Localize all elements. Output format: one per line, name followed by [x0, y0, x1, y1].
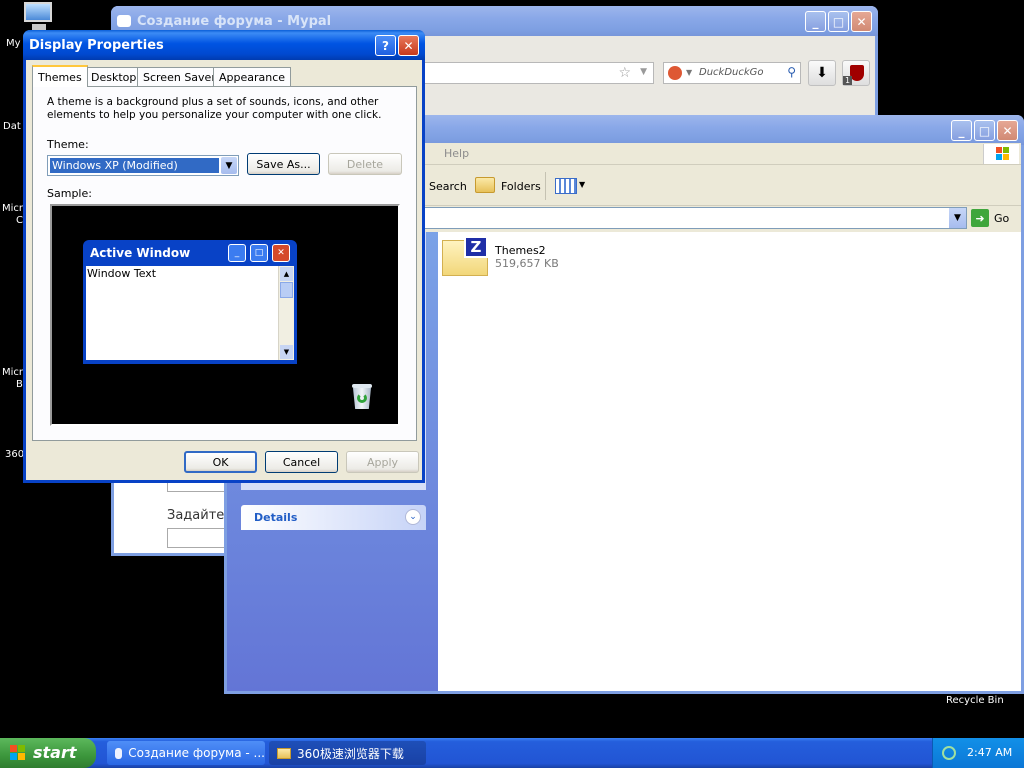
preview-minimize-icon: _ — [228, 244, 246, 262]
ublock-badge: 1 — [843, 76, 853, 85]
search-engine-dropdown-icon[interactable]: ▼ — [686, 68, 692, 77]
theme-preview: Active Window _ □ ✕ Window Text ▲ ▼ — [50, 204, 400, 426]
close-icon[interactable]: ✕ — [997, 120, 1018, 141]
theme-select[interactable]: Windows XP (Modified) ▼ — [47, 155, 239, 176]
close-icon[interactable]: ✕ — [398, 35, 419, 56]
desktop-label-microsoft-1[interactable]: Micr — [2, 203, 23, 214]
chevron-down-icon[interactable]: ▼ — [221, 157, 237, 174]
preview-client: Window Text ▲ ▼ — [86, 266, 294, 360]
search-engine-name: DuckDuckGo — [699, 67, 764, 78]
desktop-label-360[interactable]: 360 — [5, 449, 24, 460]
go-button[interactable]: Go — [994, 212, 1009, 225]
preview-window: Active Window _ □ ✕ Window Text ▲ ▼ — [83, 240, 297, 364]
my-computer-icon[interactable] — [22, 2, 56, 32]
mypal-app-icon — [115, 747, 123, 759]
preview-scrollbar: ▲ ▼ — [278, 266, 294, 360]
theme-select-value: Windows XP (Modified) — [50, 158, 219, 173]
mypal-app-icon — [117, 15, 131, 27]
duckduckgo-icon — [668, 66, 682, 80]
apply-button[interactable]: Apply — [346, 451, 419, 473]
folders-icon — [475, 177, 495, 193]
go-arrow-icon[interactable]: ➜ — [971, 209, 989, 227]
views-icon — [555, 178, 577, 194]
tab-desktop[interactable]: Desktop — [85, 67, 143, 86]
preview-window-title: Active Window — [90, 246, 191, 260]
minimize-icon[interactable]: _ — [951, 120, 972, 141]
recycle-bin-icon — [350, 384, 374, 410]
taskbar: start Создание форума - ... 360极速浏览器下载 2… — [0, 738, 1024, 768]
toolbar-search-button[interactable]: Search — [429, 180, 467, 193]
details-panel-header[interactable]: Details ⌄ — [241, 505, 426, 530]
desktop-label-my-computer[interactable]: My — [6, 38, 21, 49]
preview-close-icon: ✕ — [272, 244, 290, 262]
magnifier-icon[interactable]: ⚲ — [787, 65, 796, 79]
theme-label: Theme: — [47, 138, 89, 151]
save-as-button[interactable]: Save As... — [247, 153, 320, 175]
windows-logo-icon — [983, 144, 1019, 164]
sample-label: Sample: — [47, 187, 92, 200]
search-box[interactable]: ▼ DuckDuckGo ⚲ — [663, 62, 801, 84]
delete-button[interactable]: Delete — [328, 153, 402, 175]
help-icon[interactable]: ? — [375, 35, 396, 56]
taskbar-item-mypal[interactable]: Создание форума - ... — [107, 741, 265, 765]
ok-button[interactable]: OK — [184, 451, 257, 473]
views-button[interactable]: ▼ — [553, 176, 587, 196]
download-button[interactable]: ⬇ — [808, 60, 836, 86]
tab-appearance[interactable]: Appearance — [213, 67, 292, 86]
desktop-label-microsoft-2b[interactable]: B — [16, 379, 23, 390]
maximize-icon[interactable]: □ — [974, 120, 995, 141]
tab-themes[interactable]: Themes — [32, 65, 88, 87]
maximize-icon[interactable]: □ — [828, 11, 849, 32]
toolbar-folders-button[interactable]: Folders — [501, 180, 541, 193]
display-properties-dialog: Display Properties ? ✕ Themes Desktop Sc… — [23, 30, 425, 483]
minimize-icon[interactable]: _ — [805, 11, 826, 32]
ublock-icon[interactable]: 1 — [842, 60, 870, 86]
file-item[interactable]: Z Themes2 519,657 KB — [442, 232, 572, 278]
forum-prompt-text: Задайте — [167, 508, 225, 523]
address-dropdown-icon[interactable]: ▼ — [949, 208, 966, 228]
dropdown-arrow-icon[interactable]: ▼ — [640, 67, 647, 77]
desktop-label-microsoft-2[interactable]: Micr — [2, 367, 23, 378]
themes-tab-page: A theme is a background plus a set of so… — [32, 86, 417, 441]
bookmark-star-icon[interactable]: ☆ — [618, 65, 631, 81]
file-size: 519,657 KB — [495, 257, 559, 270]
tab-screen-saver[interactable]: Screen Saver — [137, 67, 222, 86]
taskbar-item-mypal-label: Создание форума - ... — [128, 746, 265, 760]
windows-flag-icon — [10, 745, 26, 761]
start-label: start — [33, 743, 77, 762]
file-list: Z Themes2 519,657 KB — [438, 232, 1021, 691]
network-icon[interactable] — [942, 746, 956, 760]
chevron-down-icon[interactable]: ⌄ — [405, 509, 421, 525]
system-tray: 2:47 AM — [932, 738, 1024, 768]
folder-icon — [277, 747, 291, 759]
desktop-label-data[interactable]: Dat — [3, 121, 21, 132]
views-dropdown-icon: ▼ — [579, 180, 586, 189]
desktop-label-microsoft-1b[interactable]: C — [16, 215, 23, 226]
theme-description: A theme is a background plus a set of so… — [47, 96, 382, 121]
menu-help[interactable]: Help — [444, 147, 469, 160]
cancel-button[interactable]: Cancel — [265, 451, 338, 473]
taskbar-item-explorer-label: 360极速浏览器下载 — [297, 746, 404, 761]
details-label: Details — [254, 511, 298, 524]
recycle-bin-label[interactable]: Recycle Bin — [946, 695, 1004, 706]
dialog-title: Display Properties — [29, 37, 164, 53]
preview-maximize-icon: □ — [250, 244, 268, 262]
dialog-title-bar: Display Properties ? ✕ — [23, 30, 425, 60]
file-name: Themes2 — [495, 244, 546, 257]
zip-folder-icon: Z — [442, 236, 490, 276]
mypal-title: Создание форума - Mypal — [137, 13, 332, 29]
start-button[interactable]: start — [0, 738, 96, 768]
close-icon[interactable]: ✕ — [851, 11, 872, 32]
preview-window-text: Window Text — [87, 267, 157, 280]
taskbar-item-explorer[interactable]: 360极速浏览器下载 — [269, 741, 426, 765]
clock: 2:47 AM — [967, 746, 1013, 759]
